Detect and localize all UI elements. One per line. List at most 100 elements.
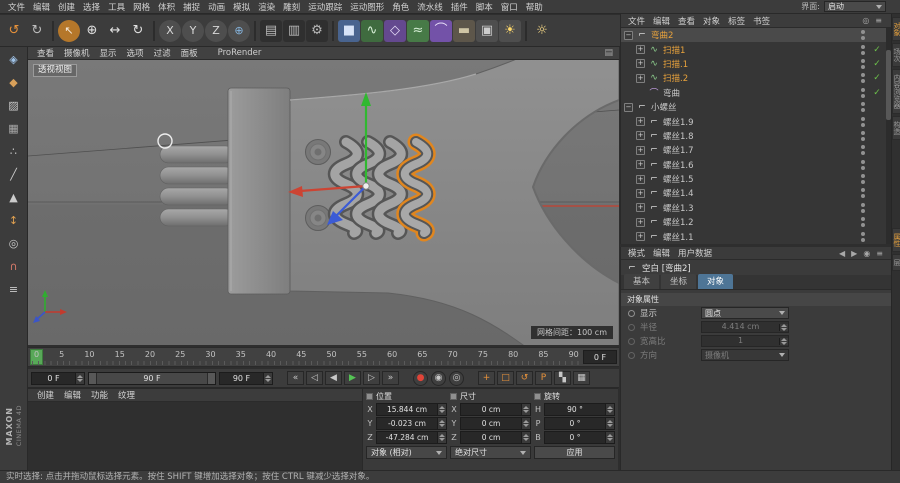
menu-item[interactable]: 模式 xyxy=(624,247,649,259)
live-selection-icon[interactable]: ↖ xyxy=(58,20,80,42)
object-tree-row[interactable]: + ⌐ 螺丝1.7 xyxy=(621,143,886,157)
cube-primitive-icon[interactable]: ■ xyxy=(338,20,360,42)
visibility-dots[interactable] xyxy=(861,59,865,69)
object-tree-row[interactable]: − ⌐ 小螺丝 xyxy=(621,100,886,114)
separator[interactable] xyxy=(254,21,256,41)
object-label[interactable]: 扫描.2 xyxy=(663,72,688,84)
points-mode-icon[interactable]: ∴ xyxy=(3,142,25,162)
timeline-ruler[interactable]: 0 5 10 15 20 25 30 35 40 45 50 55 60 65 … xyxy=(28,347,619,367)
object-label[interactable]: 小螺丝 xyxy=(651,101,677,113)
menu-item[interactable]: 书签 xyxy=(749,15,774,27)
next-frame-button[interactable]: ▷ xyxy=(363,371,380,385)
separator[interactable] xyxy=(153,21,155,41)
render-visibility-dot[interactable] xyxy=(861,51,865,55)
render-visibility-dot[interactable] xyxy=(861,209,865,213)
expander-icon[interactable]: + xyxy=(636,74,645,83)
object-label[interactable]: 扫描1 xyxy=(663,44,685,56)
menu-item[interactable]: 渲染 xyxy=(254,1,279,13)
make-editable-icon[interactable]: ◈ xyxy=(3,50,25,70)
visibility-dots[interactable] xyxy=(861,102,865,112)
menu-item[interactable]: 窗口 xyxy=(497,1,522,13)
object-tree-row[interactable]: + ⌐ 螺丝1.2 xyxy=(621,215,886,229)
menu-item[interactable]: 选择 xyxy=(79,1,104,13)
object-tree-row[interactable]: + ⌐ 螺丝1.6 xyxy=(621,158,886,172)
playback-options-button[interactable]: ◎ xyxy=(449,371,464,386)
record-keyframe-button[interactable]: ● xyxy=(413,371,428,386)
menu-item[interactable]: 网格 xyxy=(129,1,154,13)
object-label[interactable]: 螺丝1.9 xyxy=(663,116,694,128)
subdivision-surface-icon[interactable]: ◇ xyxy=(384,20,406,42)
editor-visibility-dot[interactable] xyxy=(861,160,865,164)
keyframe-presets-button[interactable]: ▦ xyxy=(573,371,590,385)
menu-item[interactable]: 创建 xyxy=(54,1,79,13)
object-tree-row[interactable]: + ∿ 扫描.1 ✓ xyxy=(621,57,886,71)
object-tree-row[interactable]: − ⌐ 弯曲2 xyxy=(621,28,886,42)
menu-item[interactable]: 工具 xyxy=(104,1,129,13)
workplane-mode-icon[interactable]: ▦ xyxy=(3,119,25,139)
visibility-dots[interactable] xyxy=(861,73,865,83)
spline-pen-icon[interactable]: ∿ xyxy=(361,20,383,42)
expander-icon[interactable]: + xyxy=(636,232,645,241)
object-tree-row[interactable]: + ⌐ 螺丝1.5 xyxy=(621,172,886,186)
visibility-dots[interactable] xyxy=(861,45,865,55)
floor-icon[interactable]: ▬ xyxy=(453,20,475,42)
render-visibility-dot[interactable] xyxy=(861,151,865,155)
editor-visibility-dot[interactable] xyxy=(861,145,865,149)
solo-mode-icon[interactable]: ◎ xyxy=(3,234,25,254)
editor-visibility-dot[interactable] xyxy=(861,217,865,221)
range-left-handle[interactable] xyxy=(89,373,96,384)
visibility-dots[interactable] xyxy=(861,203,865,213)
expander-icon[interactable]: + xyxy=(636,45,645,54)
render-visibility-dot[interactable] xyxy=(861,194,865,198)
object-label[interactable]: 螺丝1.1 xyxy=(663,231,694,243)
play-button[interactable]: ▶ xyxy=(344,371,361,385)
viewport-3d-scene[interactable] xyxy=(28,60,619,345)
prev-key-button[interactable]: ◁ xyxy=(306,371,323,385)
visibility-dots[interactable] xyxy=(861,88,865,98)
object-label[interactable]: 螺丝1.6 xyxy=(663,159,694,171)
size-x-field[interactable]: 0 cm xyxy=(460,403,531,416)
object-tree[interactable]: − ⌐ 弯曲2 + ∿ 扫描1 ✓ + ∿ 扫描.1 ✓ + ∿ 扫描.2 ✓ … xyxy=(621,28,886,244)
rotation-p-field[interactable]: 0 ° xyxy=(544,417,615,430)
menu-item[interactable]: 查看 xyxy=(674,15,699,27)
render-visibility-dot[interactable] xyxy=(861,223,865,227)
main-viewport[interactable]: 透视视图 网格间距：100 cm xyxy=(28,60,619,345)
pin-icon[interactable]: ◉ xyxy=(860,249,873,258)
object-tree-row[interactable]: + ∿ 扫描1 ✓ xyxy=(621,42,886,56)
position-x-field[interactable]: 15.844 cm xyxy=(376,403,447,416)
x-axis-lock-icon[interactable]: X xyxy=(159,20,181,42)
expander-icon[interactable]: + xyxy=(636,131,645,140)
polygons-mode-icon[interactable]: ▲ xyxy=(3,188,25,208)
viewport-layout-icon[interactable]: ▤ xyxy=(604,48,615,58)
dock-tab[interactable]: 内容浏览器 xyxy=(892,69,900,114)
y-axis-lock-icon[interactable]: Y xyxy=(182,20,204,42)
expander-icon[interactable]: − xyxy=(624,31,633,40)
interface-dropdown[interactable]: 启动 xyxy=(824,1,886,12)
prev-frame-button[interactable]: ◀ xyxy=(325,371,342,385)
menu-item[interactable]: 捕捉 xyxy=(179,1,204,13)
dock-tab[interactable]: 对象 xyxy=(892,17,900,41)
texture-mode-icon[interactable]: ▨ xyxy=(3,96,25,116)
move-tool-icon[interactable]: ⊕ xyxy=(81,20,103,42)
editor-visibility-dot[interactable] xyxy=(861,174,865,178)
menu-item[interactable]: 查看 xyxy=(32,47,59,59)
enabled-check-icon[interactable]: ✓ xyxy=(872,59,882,69)
menu-item[interactable]: 体积 xyxy=(154,1,179,13)
redo-icon[interactable]: ↻ xyxy=(26,20,48,42)
snap-icon[interactable]: ∩ xyxy=(3,257,25,277)
record-rotation-toggle[interactable]: ↺ xyxy=(516,371,533,385)
view-label[interactable]: 透视视图 xyxy=(33,64,77,77)
visibility-dots[interactable] xyxy=(861,160,865,170)
editor-visibility-dot[interactable] xyxy=(861,117,865,121)
render-visibility-dot[interactable] xyxy=(861,137,865,141)
menu-item[interactable]: 运动跟踪 xyxy=(304,1,346,13)
menu-item[interactable]: 纹理 xyxy=(113,389,140,401)
tab-basic[interactable]: 基本 xyxy=(624,274,659,289)
undo-icon[interactable]: ↺ xyxy=(3,20,25,42)
object-label[interactable]: 螺丝1.8 xyxy=(663,130,694,142)
coordinate-system-icon[interactable]: ⊕ xyxy=(228,20,250,42)
render-visibility-dot[interactable] xyxy=(861,94,865,98)
object-tree-row[interactable]: + ⌐ 螺丝1.9 xyxy=(621,114,886,128)
render-visibility-dot[interactable] xyxy=(861,108,865,112)
z-axis-lock-icon[interactable]: Z xyxy=(205,20,227,42)
